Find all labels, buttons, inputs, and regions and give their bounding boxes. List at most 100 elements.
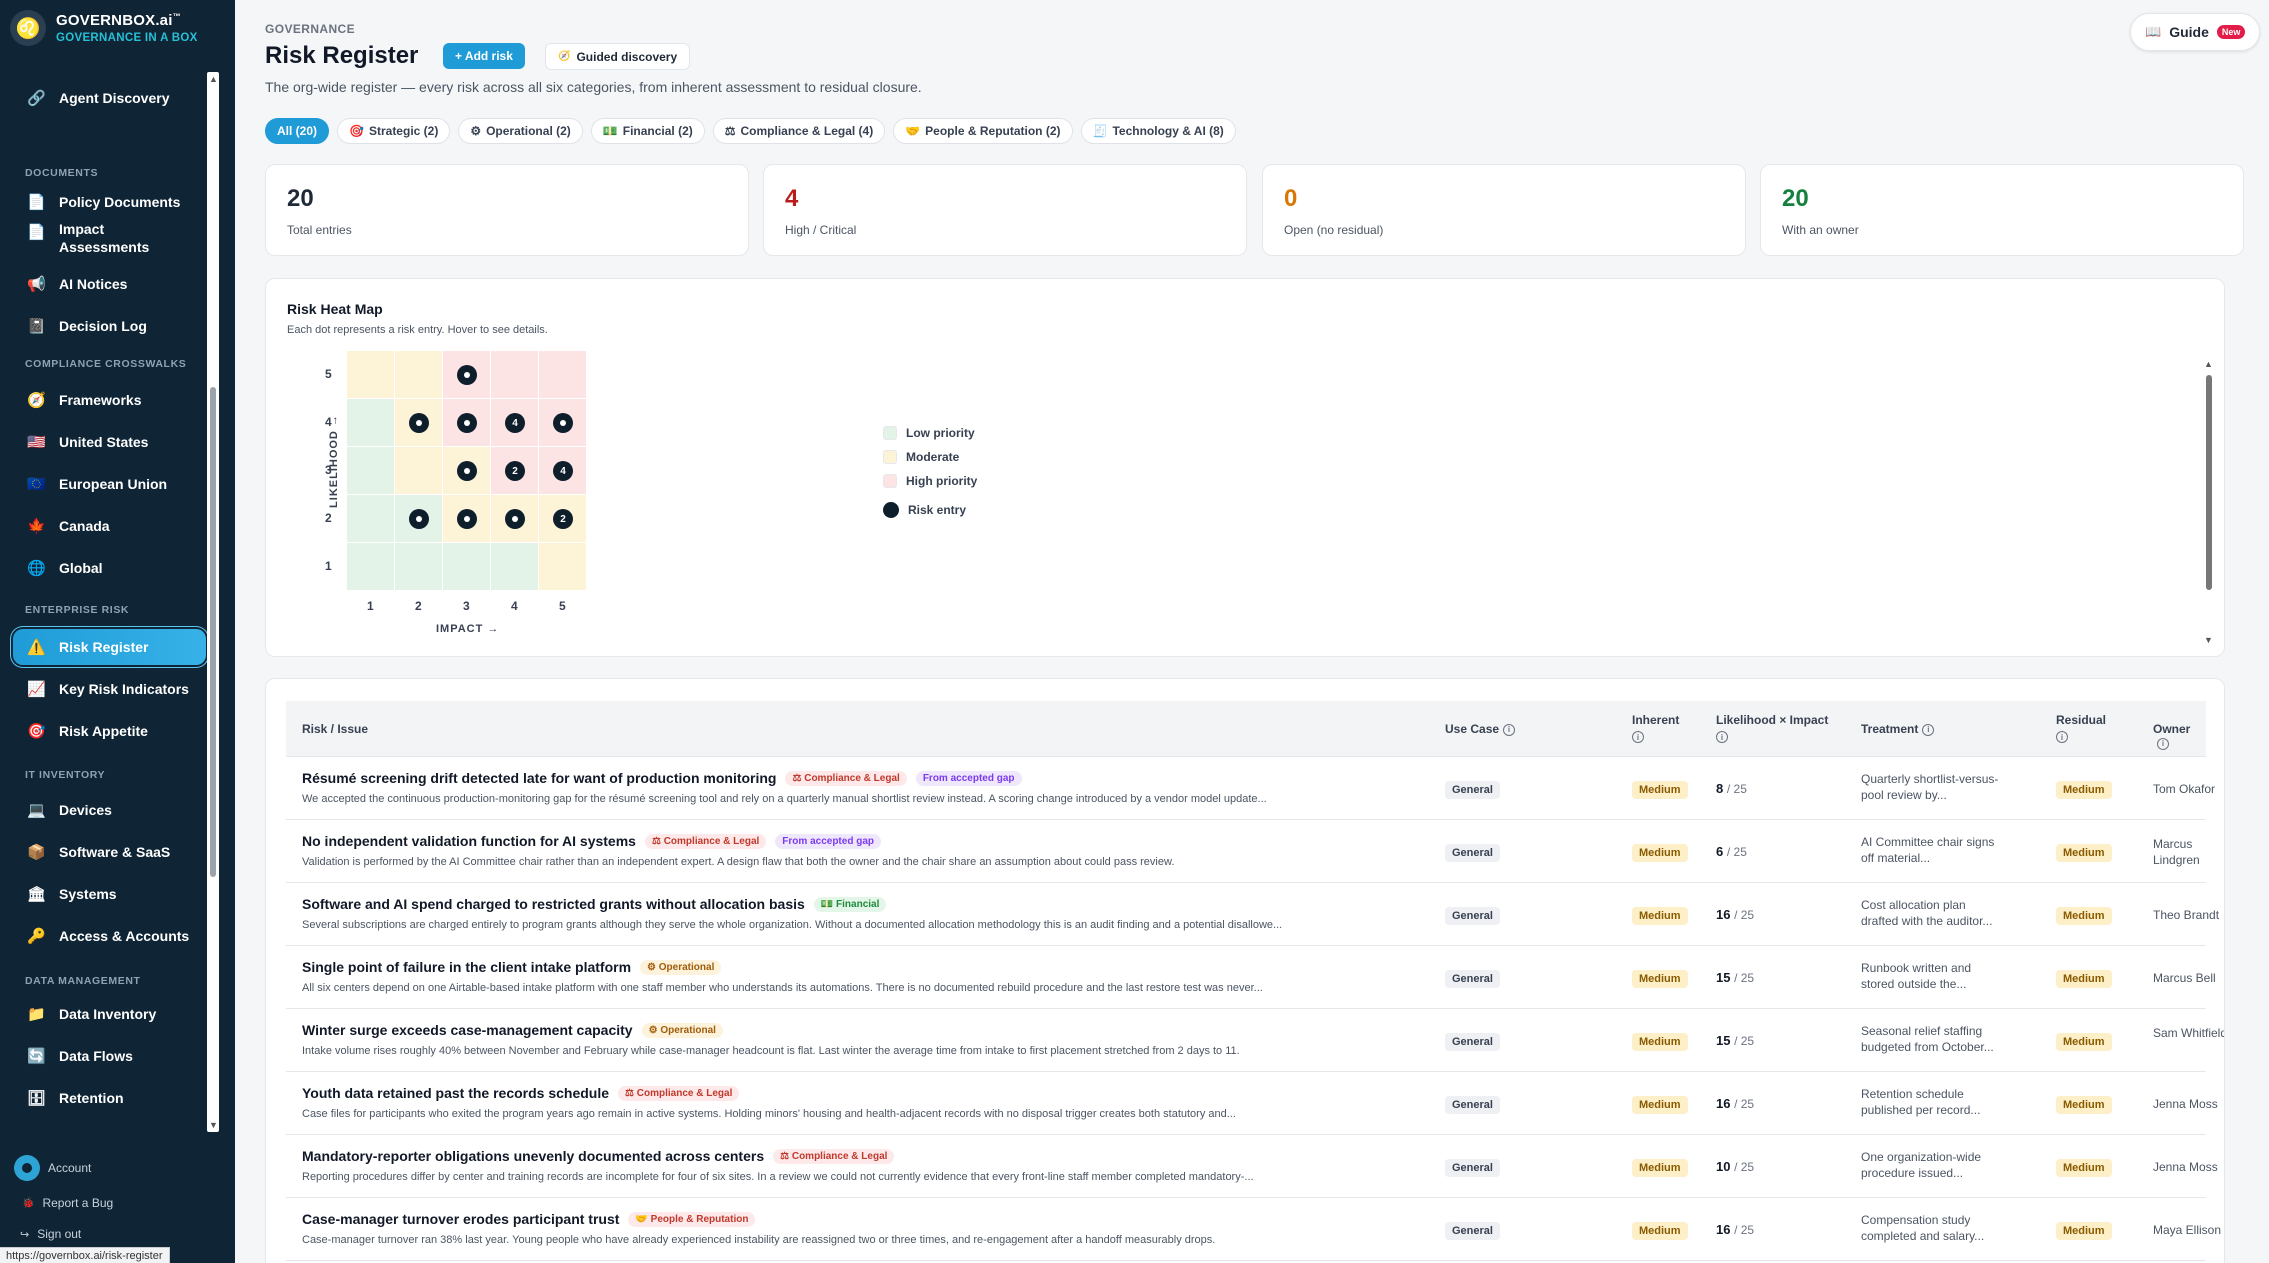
link-icon: 🔗 <box>27 90 46 107</box>
page-title: Risk Register <box>265 42 419 69</box>
report-bug-button[interactable]: 🐞 Report a Bug <box>22 1196 113 1210</box>
risk-entry-dot[interactable] <box>553 413 573 433</box>
info-icon[interactable]: i <box>1632 731 1644 743</box>
risk-description: Intake volume rises roughly 40% between … <box>302 1045 1240 1057</box>
table-row[interactable]: Winter surge exceeds case-management cap… <box>286 1009 2224 1072</box>
inherent-badge: Medium <box>1632 781 1688 799</box>
add-risk-button[interactable]: + Add risk <box>443 43 525 69</box>
inherent-badge: Medium <box>1632 1222 1688 1240</box>
risk-description: All six centers depend on one Airtable-b… <box>302 982 1263 994</box>
sidebar-nav: 🔗 Agent Discovery DOCUMENTS 📄 Policy Docum… <box>0 72 222 1132</box>
sidebar-item-devices[interactable]: 💻 Devices <box>13 792 206 828</box>
col-inherent[interactable]: Inherent i <box>1632 713 1679 743</box>
risk-entry-dot[interactable] <box>505 509 525 529</box>
scroll-down-arrow-icon[interactable]: ▼ <box>209 1120 218 1130</box>
col-owner[interactable]: Owneri <box>2153 722 2206 750</box>
filter-all[interactable]: All (20) <box>265 118 330 144</box>
info-icon[interactable]: i <box>2157 737 2169 750</box>
sidebar-item-united-states[interactable]: 🇺🇸 United States <box>13 424 206 460</box>
col-residual[interactable]: Residual i <box>2056 713 2106 743</box>
brand-name: GOVERNBOX.ai™ <box>56 12 181 29</box>
table-row[interactable]: Case-manager turnover erodes participant… <box>286 1198 2221 1261</box>
inherent-badge: Medium <box>1632 970 1688 988</box>
category-tag: ⚖ Compliance & Legal <box>773 1148 895 1164</box>
sidebar-item-key-risk-indicators[interactable]: 📈 Key Risk Indicators <box>13 671 206 707</box>
sidebar-item-data-flows[interactable]: 🔄 Data Flows <box>13 1038 206 1074</box>
filter-financial[interactable]: 💵 Financial (2) <box>590 118 705 144</box>
guide-button[interactable]: 📖 Guide New <box>2130 13 2261 51</box>
col-likelihood-impact[interactable]: Likelihood × Impact i <box>1716 713 1828 743</box>
info-icon[interactable]: i <box>1503 723 1516 736</box>
heat-map-scrollbar[interactable]: ▲ ▼ <box>2203 359 2213 645</box>
sidebar-item-impact-assessments[interactable]: 📄 Impact Assessments <box>13 214 206 262</box>
scroll-up-arrow-icon[interactable]: ▲ <box>2204 359 2213 369</box>
sidebar-item-european-union[interactable]: 🇪🇺 European Union <box>13 466 206 502</box>
sidebar-scroll-thumb[interactable] <box>210 387 216 877</box>
sidebar-item-global[interactable]: 🌐 Global <box>13 550 206 586</box>
table-row[interactable]: Software and AI spend charged to restric… <box>286 883 2219 946</box>
info-icon[interactable]: i <box>1922 723 1935 736</box>
risk-entry-dot[interactable] <box>409 509 429 529</box>
risk-entry-dot[interactable]: 4 <box>505 413 525 433</box>
col-treatment[interactable]: Treatment i <box>1861 722 1935 736</box>
sidebar-item-label: Agent Discovery <box>59 90 170 106</box>
filter-compliance-legal[interactable]: ⚖ Compliance & Legal (4) <box>712 118 886 144</box>
table-row[interactable]: Mandatory-reporter obligations unevenly … <box>286 1135 2218 1198</box>
residual-badge: Medium <box>2056 1096 2112 1114</box>
table-row[interactable]: Résumé screening drift detected late for… <box>286 757 2215 820</box>
inherent-badge: Medium <box>1632 907 1688 925</box>
sidebar-item-frameworks[interactable]: 🧭 Frameworks <box>13 382 206 418</box>
sidebar-item-risk-appetite[interactable]: 🎯 Risk Appetite <box>13 713 206 749</box>
risk-entry-dot[interactable]: 2 <box>505 461 525 481</box>
table-row[interactable]: Single point of failure in the client in… <box>286 946 2216 1009</box>
risk-entry-dot[interactable]: 2 <box>553 509 573 529</box>
risk-entry-dot[interactable] <box>409 413 429 433</box>
table-row[interactable]: Youth data retained past the records sch… <box>286 1072 2218 1135</box>
table-row[interactable]: No independent validation function for A… <box>286 820 2206 883</box>
scroll-down-arrow-icon[interactable]: ▼ <box>2204 635 2213 645</box>
sidebar-item-data-inventory[interactable]: 📁 Data Inventory <box>13 996 206 1032</box>
sidebar-item-ai-notices[interactable]: 📢 AI Notices <box>13 266 206 302</box>
brand[interactable]: ♌ GOVERNBOX.ai™ GOVERNANCE IN A BOX <box>10 10 198 46</box>
main-content: GOVERNANCE Risk Register + Add risk 🧭 Gu… <box>235 0 2269 1263</box>
filter-people-reputation[interactable]: 🤝 People & Reputation (2) <box>893 118 1073 144</box>
sidebar: ♌ GOVERNBOX.ai™ GOVERNANCE IN A BOX 🔗 Age… <box>0 0 235 1263</box>
sign-out-button[interactable]: ↪ Sign out <box>20 1227 81 1241</box>
risk-entry-dot[interactable] <box>457 413 477 433</box>
info-icon[interactable]: i <box>1716 731 1728 743</box>
sidebar-item-access-accounts[interactable]: 🔑 Access & Accounts <box>13 918 206 954</box>
col-use-case[interactable]: Use Case i <box>1445 722 1516 736</box>
sidebar-item-agent-discovery[interactable]: 🔗 Agent Discovery <box>13 80 206 116</box>
info-icon[interactable]: i <box>2056 731 2068 743</box>
x-tick-label: 5 <box>559 599 566 613</box>
owner-name: Marcus Bell <box>2153 971 2216 985</box>
filter-operational[interactable]: ⚙ Operational (2) <box>458 118 583 144</box>
filter-strategic[interactable]: 🎯 Strategic (2) <box>337 118 451 144</box>
sidebar-item-retention[interactable]: 🗄 Retention <box>13 1080 206 1116</box>
stat-card-high-critical: 4 High / Critical <box>763 164 1247 256</box>
likelihood-impact-score: 16 / 25 <box>1716 907 1755 922</box>
risk-entry-dot[interactable] <box>457 365 477 385</box>
filter-technology-ai[interactable]: 🧾 Technology & AI (8) <box>1080 118 1236 144</box>
scroll-up-arrow-icon[interactable]: ▲ <box>209 74 218 84</box>
col-risk-issue[interactable]: Risk / Issue <box>302 722 368 736</box>
heat-map-scroll-thumb[interactable] <box>2206 375 2212 590</box>
risk-description: Several subscriptions are charged entire… <box>302 919 1283 931</box>
sidebar-item-systems[interactable]: 🏛 Systems <box>13 876 206 912</box>
sidebar-item-software-saas[interactable]: 📦 Software & SaaS <box>13 834 206 870</box>
sidebar-item-risk-register[interactable]: ⚠️ Risk Register <box>13 629 206 665</box>
use-case-badge: General <box>1445 970 1500 988</box>
risk-entry-dot[interactable]: 4 <box>553 461 573 481</box>
owner-name: Jenna Moss <box>2153 1160 2218 1174</box>
target-icon: 🎯 <box>27 723 46 740</box>
legend-swatch <box>883 474 897 488</box>
guided-discovery-button[interactable]: 🧭 Guided discovery <box>545 43 691 70</box>
risk-entry-dot[interactable] <box>457 461 477 481</box>
sidebar-scrollbar[interactable]: ▲ ▼ <box>207 72 219 1132</box>
legend-label: Low priority <box>906 426 975 440</box>
sidebar-item-canada[interactable]: 🍁 Canada <box>13 508 206 544</box>
sidebar-item-decision-log[interactable]: 📓 Decision Log <box>13 308 206 344</box>
risk-entry-dot[interactable] <box>457 509 477 529</box>
heat-map-subtitle: Each dot represents a risk entry. Hover … <box>287 324 548 336</box>
account-button[interactable]: Account <box>14 1155 91 1181</box>
